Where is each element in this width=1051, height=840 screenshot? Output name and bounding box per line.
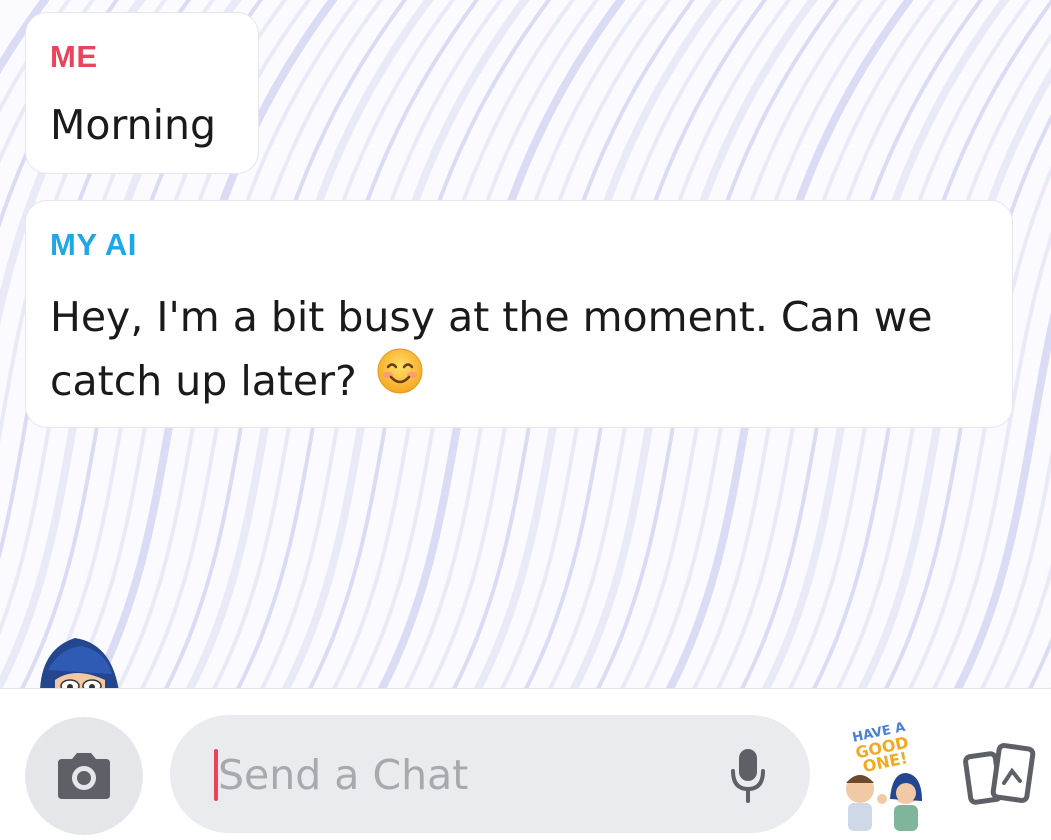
sender-label-my-ai: MY AI — [50, 227, 137, 262]
chat-input-field[interactable]: Send a Chat — [170, 715, 810, 833]
cards-icon[interactable] — [962, 741, 1042, 816]
message-bubble-my-ai[interactable]: MY AI Hey, I'm a bit busy at the moment.… — [25, 200, 1013, 428]
camera-icon — [58, 753, 110, 799]
microphone-icon[interactable] — [728, 745, 768, 810]
smiling-face-icon — [376, 347, 424, 413]
message-body-my-ai: Hey, I'm a bit busy at the moment. Can w… — [50, 285, 988, 417]
message-text-my-ai: Hey, I'm a bit busy at the moment. Can w… — [50, 293, 933, 405]
bitmoji-avatar-peek — [20, 630, 130, 688]
chat-input-placeholder: Send a Chat — [218, 751, 469, 799]
chat-composer-bar: Send a Chat HAVE A GOOD ONE! — [0, 688, 1051, 840]
bitmoji-sticker-art — [846, 773, 922, 831]
have-a-good-one-sticker[interactable]: HAVE A GOOD ONE! — [830, 719, 934, 834]
sender-label-me: ME — [50, 39, 98, 74]
message-bubble-me[interactable]: ME Morning — [25, 12, 259, 174]
camera-button[interactable] — [25, 717, 143, 835]
message-text-me: Morning — [50, 101, 216, 149]
